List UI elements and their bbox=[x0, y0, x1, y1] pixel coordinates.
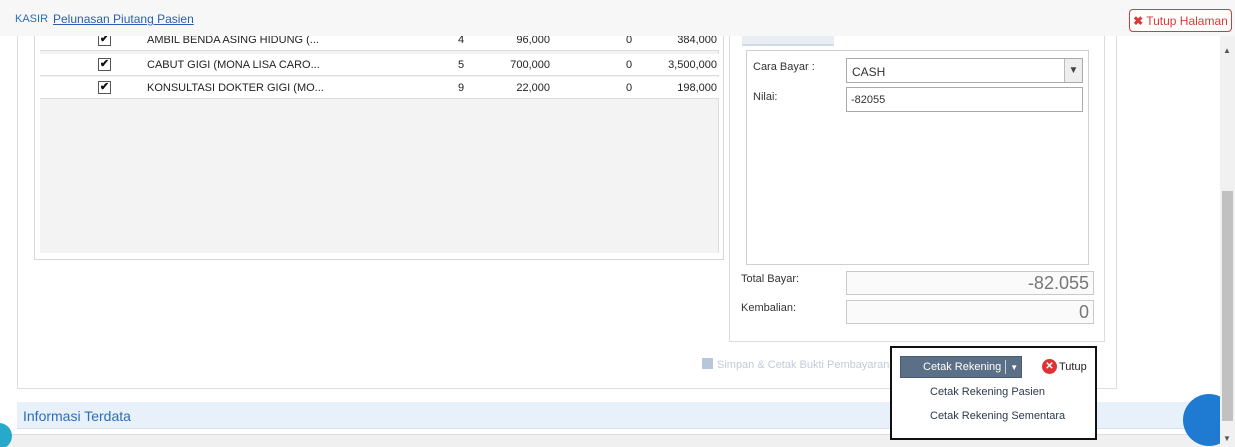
close-icon: ✖ bbox=[1133, 13, 1144, 28]
item-discount: 0 bbox=[626, 36, 633, 46]
vertical-scrollbar[interactable]: ▲ ▼ bbox=[1220, 36, 1235, 447]
save-print-button[interactable]: Simpan & Cetak Bukti Pembayaran bbox=[702, 358, 889, 371]
close-page-button[interactable]: ✖ Tutup Halaman bbox=[1129, 9, 1232, 32]
item-price: 700,000 bbox=[510, 59, 550, 71]
item-qty: 5 bbox=[458, 59, 465, 71]
floppy-disk-icon bbox=[702, 358, 713, 369]
item-qty: 4 bbox=[458, 36, 465, 46]
menu-item-print-temporary-account[interactable]: Cetak Rekening Sementara bbox=[930, 410, 1065, 422]
row-checkbox[interactable]: ✔ bbox=[98, 36, 111, 46]
print-account-label: Cetak Rekening bbox=[901, 360, 1007, 374]
scroll-thumb[interactable] bbox=[1222, 191, 1233, 421]
top-bar: KASIR Pelunasan Piutang Pasien ✖ Tutup H… bbox=[0, 0, 1235, 36]
item-qty: 9 bbox=[458, 82, 465, 94]
menu-item-print-patient-account[interactable]: Cetak Rekening Pasien bbox=[930, 386, 1045, 398]
item-total: 198,000 bbox=[677, 82, 717, 94]
table-row[interactable]: ✔ KONSULTASI DOKTER GIGI (MO... 9 22,000… bbox=[40, 77, 719, 99]
table-row[interactable]: ✔ CABUT GIGI (MONA LISA CARO... 5 700,00… bbox=[40, 54, 719, 76]
method-label: Cara Bayar : bbox=[753, 61, 815, 73]
item-grid-body: ✔ AMBIL BENDA ASING HIDUNG (... 4 96,000… bbox=[40, 36, 719, 253]
nilai-value: -82055 bbox=[851, 94, 886, 106]
close-button-label: Tutup bbox=[1059, 360, 1087, 373]
item-grid: ✔ AMBIL BENDA ASING HIDUNG (... 4 96,000… bbox=[34, 36, 724, 260]
save-print-label: Simpan & Cetak Bukti Pembayaran bbox=[717, 359, 890, 371]
row-checkbox[interactable]: ✔ bbox=[98, 81, 111, 94]
change-label: Kembalian: bbox=[741, 302, 797, 314]
method-select-value: CASH bbox=[852, 65, 886, 79]
close-button[interactable]: ✕ Tutup bbox=[1042, 359, 1087, 374]
table-row[interactable]: ✔ AMBIL BENDA ASING HIDUNG (... 4 96,000… bbox=[40, 36, 719, 51]
breadcrumb-page-title[interactable]: Pelunasan Piutang Pasien bbox=[53, 12, 194, 26]
item-price: 22,000 bbox=[516, 82, 550, 94]
row-checkbox[interactable]: ✔ bbox=[98, 58, 111, 71]
print-account-button[interactable]: Cetak Rekening ▼ bbox=[900, 356, 1022, 378]
item-price: 96,000 bbox=[516, 36, 550, 46]
change-value: 0 bbox=[1078, 302, 1089, 322]
total-value: -82.055 bbox=[1027, 273, 1089, 293]
change-field[interactable]: 0 bbox=[846, 300, 1094, 324]
method-select[interactable]: CASH ▼ bbox=[846, 58, 1083, 83]
chevron-down-icon: ▼ bbox=[1064, 59, 1082, 82]
caret-down-icon[interactable]: ▼ bbox=[1006, 363, 1018, 372]
total-label: Total Bayar: bbox=[741, 273, 800, 285]
item-name: CABUT GIGI (MONA LISA CARO... bbox=[147, 59, 320, 71]
close-circle-icon: ✕ bbox=[1042, 359, 1057, 374]
close-page-label: Tutup Halaman bbox=[1146, 13, 1228, 28]
item-total: 384,000 bbox=[677, 36, 717, 46]
item-total: 3,500,000 bbox=[668, 59, 717, 71]
nilai-field[interactable]: -82055 bbox=[846, 87, 1083, 112]
total-field[interactable]: -82.055 bbox=[846, 271, 1094, 295]
payment-tab[interactable] bbox=[742, 36, 834, 46]
section-title: Informasi Terdata bbox=[23, 408, 131, 424]
item-discount: 0 bbox=[626, 82, 633, 94]
item-name: AMBIL BENDA ASING HIDUNG (... bbox=[147, 36, 319, 46]
scroll-down-icon[interactable]: ▼ bbox=[1223, 434, 1231, 443]
item-name: KONSULTASI DOKTER GIGI (MO... bbox=[147, 82, 324, 94]
item-discount: 0 bbox=[626, 59, 633, 71]
scroll-up-icon[interactable]: ▲ bbox=[1223, 46, 1231, 55]
nilai-label: Nilai: bbox=[753, 91, 778, 103]
breadcrumb-root[interactable]: KASIR bbox=[15, 13, 48, 25]
